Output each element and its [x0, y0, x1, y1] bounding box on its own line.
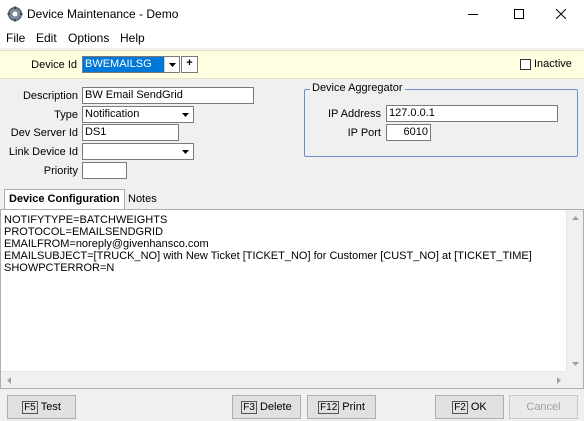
- ok-label: OK: [470, 401, 487, 413]
- device-id-label: Device Id: [31, 59, 77, 71]
- tab-device-configuration[interactable]: Device Configuration: [4, 189, 125, 210]
- scroll-up-button[interactable]: [567, 210, 583, 226]
- inactive-label: Inactive: [534, 58, 572, 70]
- ip-address-field[interactable]: 127.0.0.1: [386, 105, 558, 122]
- dev-server-id-value: DS1: [85, 126, 107, 138]
- description-field[interactable]: BW Email SendGrid: [82, 87, 254, 104]
- chevron-right-icon: [557, 376, 561, 384]
- ip-port-field[interactable]: 6010: [386, 124, 431, 141]
- menu-edit[interactable]: Edit: [36, 31, 57, 45]
- chevron-up-icon: [571, 216, 579, 220]
- delete-button[interactable]: F3 Delete: [232, 395, 301, 419]
- ip-address-value: 127.0.0.1: [389, 107, 435, 119]
- add-device-button[interactable]: +: [181, 56, 198, 73]
- menu-options[interactable]: Options: [68, 31, 109, 45]
- dev-server-id-label: Dev Server Id: [10, 127, 78, 139]
- config-textarea[interactable]: NOTIFYTYPE=BATCHWEIGHTS PROTOCOL=EMAILSE…: [0, 209, 584, 389]
- tab-notes[interactable]: Notes: [124, 190, 161, 209]
- close-icon: [556, 9, 566, 19]
- config-line: NOTIFYTYPE=BATCHWEIGHTS: [4, 214, 168, 226]
- ok-button[interactable]: F2 OK: [435, 395, 504, 419]
- link-device-id-label: Link Device Id: [8, 146, 78, 158]
- chevron-down-icon: [571, 362, 579, 366]
- ip-port-label: IP Port: [347, 127, 381, 139]
- chevron-down-icon: [182, 112, 189, 117]
- config-line: SHOWPCTERROR=N: [4, 262, 115, 274]
- type-value: Notification: [85, 108, 140, 120]
- vertical-scrollbar[interactable]: [566, 210, 583, 372]
- ip-port-value: 6010: [403, 126, 428, 138]
- print-button[interactable]: F12 Print: [307, 395, 376, 419]
- tab-device-configuration-label: Device Configuration: [9, 193, 120, 205]
- priority-label: Priority: [43, 165, 78, 177]
- device-id-combo[interactable]: BWEMAILSG: [82, 56, 180, 73]
- minimize-button[interactable]: [450, 0, 496, 28]
- config-line: PROTOCOL=EMAILSENDGRID: [4, 226, 164, 238]
- test-button[interactable]: F5 Test: [7, 395, 76, 419]
- device-aggregator-title: Device Aggregator: [310, 82, 405, 94]
- title-bar: Device Maintenance - Demo: [0, 0, 584, 28]
- tab-notes-label: Notes: [128, 193, 157, 205]
- priority-field[interactable]: [82, 162, 127, 179]
- chevron-down-icon: [182, 149, 189, 154]
- scroll-right-button[interactable]: [551, 372, 567, 388]
- window-title: Device Maintenance - Demo: [27, 7, 179, 21]
- horizontal-scrollbar[interactable]: [1, 371, 567, 388]
- ok-fkey: F2: [452, 400, 468, 414]
- test-label: Test: [40, 401, 61, 413]
- description-label: Description: [22, 90, 78, 102]
- description-value: BW Email SendGrid: [85, 89, 183, 101]
- print-fkey: F12: [318, 400, 340, 414]
- device-id-dropdown-arrow[interactable]: [164, 57, 179, 72]
- ip-address-label: IP Address: [328, 108, 381, 120]
- print-label: Print: [342, 401, 365, 413]
- minimize-icon: [468, 14, 478, 15]
- dev-server-id-field[interactable]: DS1: [82, 124, 179, 141]
- maximize-icon: [514, 9, 524, 19]
- scroll-down-button[interactable]: [567, 356, 583, 372]
- type-select[interactable]: Notification: [82, 106, 194, 123]
- scrollbar-corner: [566, 371, 583, 388]
- plus-icon: +: [186, 57, 193, 69]
- menu-help[interactable]: Help: [120, 31, 145, 45]
- config-line: EMAILFROM=noreply@givenhansco.com: [4, 238, 209, 250]
- test-fkey: F5: [22, 400, 38, 414]
- scroll-left-button[interactable]: [1, 372, 17, 388]
- gear-app-icon: [7, 6, 23, 22]
- delete-fkey: F3: [241, 400, 257, 414]
- type-label: Type: [54, 109, 78, 121]
- device-aggregator-group: [304, 89, 578, 157]
- chevron-left-icon: [7, 376, 11, 384]
- inactive-checkbox[interactable]: [520, 59, 531, 70]
- type-dropdown-arrow[interactable]: [178, 107, 193, 122]
- delete-label: Delete: [259, 401, 292, 413]
- cancel-button[interactable]: Cancel: [509, 395, 578, 419]
- link-device-id-select[interactable]: [82, 143, 194, 160]
- menu-file[interactable]: File: [6, 31, 25, 45]
- cancel-label: Cancel: [526, 401, 561, 413]
- device-id-band: Device Id BWEMAILSG + Inactive: [0, 50, 584, 79]
- close-button[interactable]: [538, 0, 584, 28]
- chevron-down-icon: [168, 62, 176, 67]
- menu-bar: File Edit Options Help: [0, 28, 584, 48]
- config-line: EMAILSUBJECT=[TRUCK_NO] with New Ticket …: [4, 250, 532, 262]
- maximize-button[interactable]: [496, 0, 542, 28]
- link-device-dropdown-arrow[interactable]: [178, 144, 193, 159]
- device-id-value: BWEMAILSG: [85, 58, 152, 70]
